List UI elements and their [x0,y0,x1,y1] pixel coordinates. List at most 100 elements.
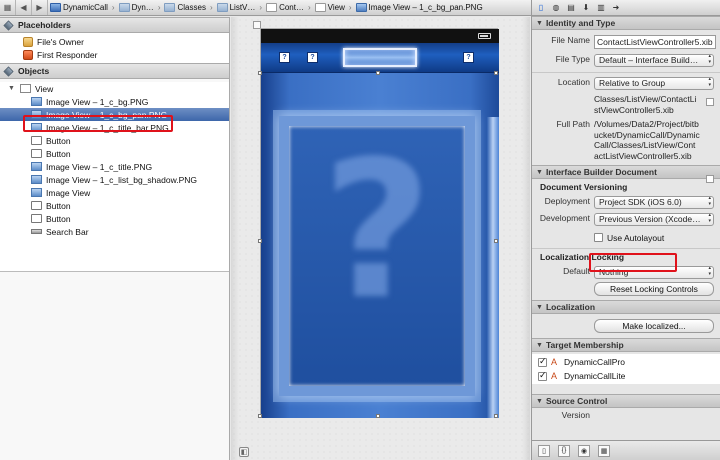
target-checkbox[interactable] [538,370,547,381]
back-arrow-icon[interactable]: ◀ [16,0,32,15]
localization-header[interactable]: ▼ Localization [532,300,720,314]
breadcrumb-group[interactable]: Dyn… [117,3,156,12]
breadcrumb-view[interactable]: View [313,3,347,12]
placeholders-header[interactable]: Placeholders [0,17,229,33]
tree-row[interactable]: Button [0,147,229,160]
target-dynamiccalllite[interactable]: ADynamicCallLite [532,369,720,383]
first-responder-icon [23,49,33,60]
quick-help-icon[interactable]: ◍ [551,3,561,13]
identity-and-type-header[interactable]: ▼ Identity and Type [532,16,720,30]
reset-locking-controls-button[interactable]: Reset Locking Controls [594,282,714,296]
document-outline: Placeholders File's Owner First Responde… [0,17,230,460]
tree-row-selected[interactable]: Image View – 1_c_bg_pan.PNG [0,108,229,121]
bg-pan-image-view[interactable]: ? [261,73,499,418]
tree-row[interactable]: Search Bar [0,225,229,238]
media-library-icon[interactable]: ▦ [598,444,610,457]
disclosure-triangle-icon: ▼ [536,303,543,311]
connections-inspector-icon[interactable]: ➜ [611,3,621,13]
title-button-left-2[interactable]: ? [307,52,318,63]
battery-icon [478,33,491,39]
location-popup[interactable]: Relative to Group [594,77,714,90]
view-mockup[interactable]: ? ? ? ? [258,28,499,418]
forward-arrow-icon[interactable]: ▶ [32,0,48,15]
tree-row[interactable]: Image View – 1_c_title.PNG [0,160,229,173]
choose-folder-icon[interactable] [706,98,714,106]
locking-default-popup[interactable]: Nothing [594,266,714,279]
ib-document-header[interactable]: ▼ Interface Builder Document [532,165,720,179]
reset-locking-wrap: Reset Locking Controls [532,279,720,300]
reveal-in-finder-icon[interactable] [706,175,714,183]
target-dynamiccallpro[interactable]: ADynamicCallPro [532,355,720,369]
size-inspector-icon[interactable]: ▥ [596,3,606,13]
deployment-popup[interactable]: Project SDK (iOS 6.0) [594,196,714,209]
search-bar-icon [31,229,42,234]
tree-row-label: Image View – 1_c_bg.PNG [46,96,149,107]
disclosure-triangle-icon: ▼ [536,168,543,176]
identity-inspector-icon[interactable]: ▤ [566,3,576,13]
breadcrumb-classes[interactable]: Classes [162,3,207,12]
resize-handle[interactable] [258,71,262,75]
use-autolayout-checkbox[interactable] [594,233,603,242]
tree-row[interactable]: Button [0,134,229,147]
disclosure-triangle-icon: ▼ [536,397,543,405]
tree-row[interactable]: Image View [0,186,229,199]
deployment-row: Deployment Project SDK (iOS 6.0) [532,194,720,209]
related-items-icon[interactable]: ▦ [0,0,16,15]
disclosure-triangle-icon[interactable]: ▼ [8,85,20,92]
resize-handle[interactable] [376,414,380,418]
first-responder-item[interactable]: First Responder [0,48,229,61]
list-bg-image[interactable]: ? [273,110,481,402]
target-checkbox[interactable] [538,356,547,367]
breadcrumb-project[interactable]: DynamicCall [48,3,110,12]
file-inspector-icon[interactable]: ▯ [536,3,546,13]
tree-row[interactable]: Button [0,199,229,212]
breadcrumb-xib[interactable]: Cont… [264,3,306,12]
status-bar [261,29,499,43]
resize-handle[interactable] [258,239,262,243]
tree-row[interactable]: Image View – 1_c_title_bar.PNG [0,121,229,134]
resize-handle[interactable] [494,414,498,418]
files-owner-item[interactable]: File's Owner [0,35,229,48]
title-bar-image[interactable]: ? ? ? [261,43,499,73]
resize-handle[interactable] [494,71,498,75]
object-library-icon[interactable]: ◉ [578,444,590,457]
file-name-field[interactable]: ContactListViewController5.xib [594,35,716,49]
source-control-header[interactable]: ▼ Source Control [532,394,720,408]
library-tabs: ▯ {} ◉ ▦ [532,440,720,460]
view-icon [20,84,31,93]
resize-handle[interactable] [494,239,498,243]
breadcrumb-listview[interactable]: ListV… [215,3,258,12]
tree-row-label: Button [46,135,71,146]
tree-row[interactable]: Image View – 1_c_bg.PNG [0,95,229,108]
objects-header[interactable]: Objects [0,63,229,79]
make-localized-button[interactable]: Make localized... [594,319,714,333]
folder-icon [216,3,228,12]
attributes-inspector-icon[interactable]: ⬇ [581,3,591,13]
use-autolayout-label[interactable]: Use Autolayout [607,233,664,243]
title-image[interactable] [343,48,417,67]
title-button-right[interactable]: ? [463,52,474,63]
view-icon [314,3,326,12]
target-membership-header[interactable]: ▼ Target Membership [532,338,720,352]
xcode-window: ▦ ◀ ▶ DynamicCall › Dyn… › Classes › Lis… [0,0,720,460]
ib-canvas[interactable]: ? ? ? ? ◧ [231,17,530,460]
resize-handle[interactable] [376,71,380,75]
breadcrumb-image-view[interactable]: Image View – 1_c_bg_pan.PNG [354,3,485,12]
file-template-library-icon[interactable]: ▯ [538,444,550,457]
tree-row[interactable]: Image View – 1_c_list_bg_shadow.PNG [0,173,229,186]
tree-row[interactable]: Button [0,212,229,225]
development-popup[interactable]: Previous Version (Xcode… [594,213,714,226]
target-list: ADynamicCallPro ADynamicCallLite [532,354,720,384]
file-type-popup[interactable]: Default – Interface Build… [594,54,714,67]
tree-row-view[interactable]: ▼ View [0,82,229,95]
location-row: Location Relative to Group [532,75,720,90]
breadcrumb-separator: › [348,3,352,12]
resize-handle[interactable] [258,414,262,418]
outline-toggle-icon[interactable]: ◧ [239,447,249,457]
make-localized-wrap: Make localized... [532,314,720,338]
tree-row-label: Image View [46,187,91,198]
title-button-left[interactable]: ? [279,52,290,63]
code-snippet-library-icon[interactable]: {} [558,444,570,457]
disclosure-triangle-icon: ▼ [536,341,543,349]
file-name-row: File Name ContactListViewController5.xib [532,33,720,49]
